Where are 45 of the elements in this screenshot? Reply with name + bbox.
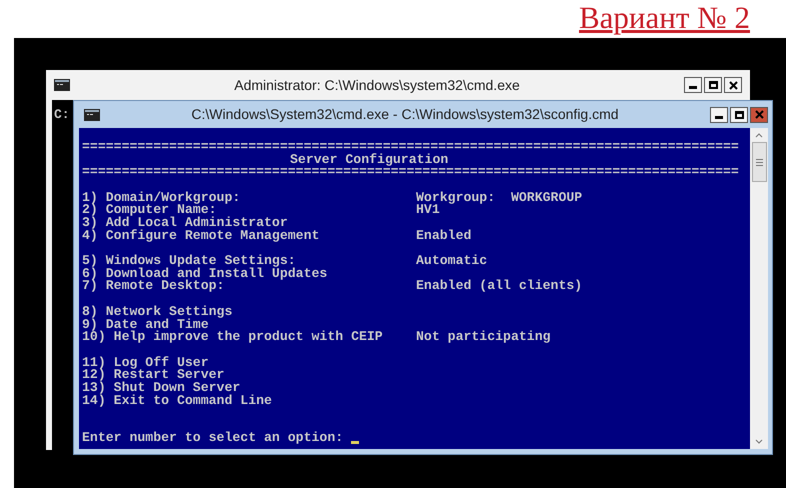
option-value: Workgroup: WORKGROUP	[416, 192, 582, 204]
close-icon	[754, 110, 764, 119]
close-icon	[728, 80, 738, 90]
minimize-button[interactable]	[710, 106, 728, 122]
menu-option: 10) Help improve the product with CEIP	[82, 331, 416, 344]
prompt-text: Enter number to select an option:	[82, 432, 344, 445]
vertical-scrollbar[interactable]	[750, 128, 768, 449]
minimize-icon	[715, 116, 723, 118]
menu-option: 13) Shut Down Server	[82, 382, 416, 394]
menu-option: 4) Configure Remote Management	[82, 230, 416, 242]
menu-option: 14) Exit to Command Line	[82, 394, 416, 408]
menu-option: 12) Restart Server	[82, 369, 416, 382]
option-value: HV1	[416, 204, 440, 217]
close-button[interactable]	[750, 106, 768, 122]
menu-option: 1) Domain/Workgroup:	[82, 192, 416, 204]
close-button[interactable]	[724, 77, 742, 93]
maximize-button[interactable]	[730, 106, 748, 122]
option-value: Not participating	[416, 331, 551, 344]
menu-option: 8) Network Settings	[82, 306, 416, 319]
menu-option: 3) Add Local Administrator	[82, 216, 416, 230]
text-cursor	[351, 440, 360, 444]
separator-line: ===================================================================================	[82, 141, 740, 154]
separator-line: ===================================================================================	[82, 166, 740, 179]
minimize-icon	[689, 86, 697, 89]
option-value: Enabled	[416, 230, 472, 242]
console-text: C:	[54, 107, 70, 122]
console-icon	[54, 79, 70, 91]
menu-option: 9) Date and Time	[82, 318, 416, 332]
menu-option: 11) Log Off User	[82, 356, 416, 370]
menu-header: Server Configuration	[289, 154, 450, 166]
menu-option: 2) Computer Name:	[82, 204, 416, 217]
window-title: Administrator: C:\Windows\system32\cmd.exe	[233, 76, 521, 95]
scrollbar-thumb[interactable]	[752, 142, 766, 182]
menu-option: 7) Remote Desktop:	[82, 280, 416, 293]
option-value: Automatic	[416, 255, 488, 268]
maximize-icon	[708, 81, 718, 89]
maximize-button[interactable]	[704, 77, 722, 93]
menu-option: 5) Windows Update Settings:	[82, 255, 416, 268]
console-icon	[84, 108, 100, 120]
minimize-button[interactable]	[684, 77, 702, 93]
variant-heading: Вариант № 2	[579, 0, 750, 36]
maximize-icon	[734, 110, 744, 118]
menu-option: 6) Download and Install Updates	[82, 268, 416, 280]
option-value: Enabled (all clients)	[416, 280, 582, 293]
window-title: C:\Windows\System32\cmd.exe - C:\Windows\system32\sconfig.cmd	[190, 105, 620, 124]
